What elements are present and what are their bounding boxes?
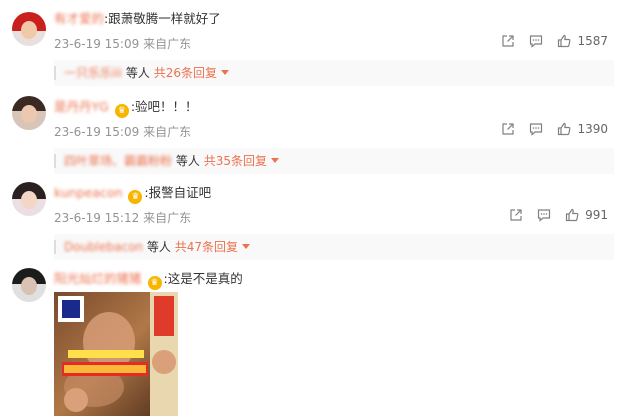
caret-down-icon	[270, 158, 279, 163]
magazine-cover-image	[54, 292, 178, 416]
comment-icon[interactable]	[529, 34, 543, 48]
caret-down-icon	[242, 244, 250, 249]
reply-deng-label: 等人	[125, 66, 150, 80]
reply-usernames[interactable]: Doublebacon	[64, 240, 143, 254]
comment-location: 来自广东	[143, 211, 192, 225]
comment-text: :报警自证吧	[144, 185, 212, 200]
comment-actions: 1587	[501, 34, 608, 48]
like-button[interactable]: 1390	[557, 122, 608, 136]
like-count: 1390	[577, 122, 608, 136]
share-icon[interactable]	[501, 34, 515, 48]
comment-time: 23-6-19 15:12	[54, 211, 140, 225]
comment-actions: 991	[509, 208, 608, 222]
like-count: 991	[585, 208, 608, 222]
comment-meta: 23-6-19 15:09 来自广东	[54, 35, 191, 52]
view-replies-link[interactable]: 共26条回复	[154, 66, 229, 80]
share-icon[interactable]	[501, 122, 515, 136]
avatar[interactable]	[12, 268, 46, 302]
vip-crown-icon: ♛	[128, 190, 143, 204]
reply-deng-label: 等人	[146, 240, 171, 254]
view-replies-link[interactable]: 共47条回复	[175, 240, 250, 254]
comment-icon[interactable]	[537, 208, 551, 222]
reply-deng-label: 等人	[175, 154, 200, 168]
comment-meta: 23-6-19 15:09 来自广东	[54, 123, 191, 140]
comment-location: 来自广东	[143, 37, 192, 51]
comment-header: 是丹丹YG ♛:验吧！！！	[54, 98, 198, 118]
username-link[interactable]: 是丹丹YG	[54, 99, 109, 114]
replies-summary: 四叶草场、霸霸粉粉 等人 共35条回复	[54, 148, 614, 174]
view-replies-link[interactable]: 共35条回复	[204, 154, 279, 168]
comment-text: :跟萧敬腾一样就好了	[104, 11, 221, 26]
username-link[interactable]: kunpeacon	[54, 185, 122, 200]
comment-header: 有才爱的:跟萧敬腾一样就好了	[54, 10, 221, 28]
comment-image[interactable]	[54, 292, 178, 416]
thumb-up-icon	[558, 34, 571, 48]
comment-text: :这是不是真的	[163, 271, 243, 286]
share-icon[interactable]	[509, 208, 523, 222]
comment-header: kunpeacon ♛:报警自证吧	[54, 184, 211, 204]
comment-icon[interactable]	[529, 122, 543, 136]
username-link[interactable]: 有才爱的	[54, 11, 104, 26]
avatar[interactable]	[12, 12, 46, 46]
avatar[interactable]	[12, 182, 46, 216]
comment-text: :验吧！！！	[130, 99, 198, 114]
like-button[interactable]: 1587	[557, 34, 608, 48]
comment-item: 是丹丹YG ♛:验吧！！！ 23-6-19 15:09 来自广东 1390 四叶…	[0, 94, 628, 174]
avatar[interactable]	[12, 96, 46, 130]
comment-time: 23-6-19 15:09	[54, 37, 140, 51]
comment-meta: 23-6-19 15:12 来自广东	[54, 209, 191, 226]
comment-header: 阳光灿烂的猪猪 ♛:这是不是真的	[54, 270, 243, 290]
comment-item: kunpeacon ♛:报警自证吧 23-6-19 15:12 来自广东 991…	[0, 180, 628, 260]
replies-summary: Doublebacon 等人 共47条回复	[54, 234, 614, 260]
thumb-up-icon	[558, 122, 571, 136]
reply-usernames[interactable]: 四叶草场、霸霸粉粉	[64, 154, 172, 168]
replies-summary: 一只乐乐iii 等人 共26条回复	[54, 60, 614, 86]
vip-crown-icon: ♛	[147, 276, 162, 290]
comment-item: 有才爱的:跟萧敬腾一样就好了 23-6-19 15:09 来自广东 1587 一…	[0, 6, 628, 86]
comment-item: 阳光灿烂的猪猪 ♛:这是不是真的	[0, 266, 628, 418]
username-link[interactable]: 阳光灿烂的猪猪	[54, 271, 142, 286]
like-count: 1587	[577, 34, 608, 48]
caret-down-icon	[220, 70, 229, 75]
thumb-up-icon	[565, 208, 579, 222]
comment-actions: 1390	[501, 122, 608, 136]
like-button[interactable]: 991	[565, 208, 608, 222]
comment-time: 23-6-19 15:09	[54, 125, 140, 139]
comment-location: 来自广东	[143, 125, 192, 139]
reply-usernames[interactable]: 一只乐乐iii	[64, 66, 122, 80]
vip-crown-icon: ♛	[114, 104, 129, 118]
